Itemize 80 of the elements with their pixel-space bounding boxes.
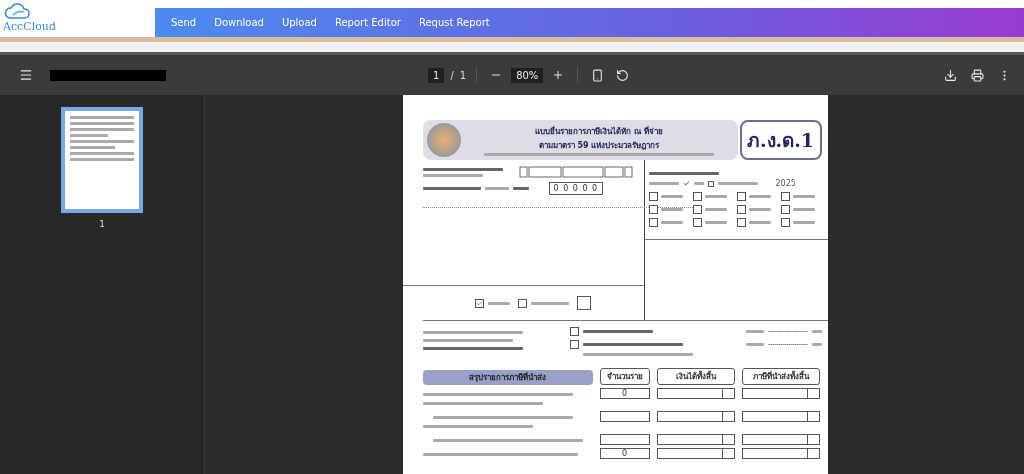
illegible-text-drawing bbox=[512, 187, 529, 190]
zoom-field[interactable]: 80% bbox=[511, 67, 544, 83]
checkbox[interactable] bbox=[648, 205, 658, 214]
box-icon bbox=[707, 180, 714, 187]
checkbox[interactable] bbox=[475, 298, 484, 308]
count-field[interactable]: 0 bbox=[599, 388, 650, 399]
income-field[interactable] bbox=[656, 411, 735, 422]
thumbnail-label: 1 bbox=[99, 219, 105, 229]
column-header: ภาษีที่นำส่งทั้งสิ้น bbox=[741, 368, 820, 385]
illegible-text-drawing bbox=[704, 195, 727, 198]
illegible-text-drawing bbox=[531, 301, 569, 305]
checkbox[interactable] bbox=[569, 327, 579, 336]
illegible-text-drawing bbox=[582, 330, 653, 333]
income-field[interactable] bbox=[656, 448, 735, 459]
illegible-text-drawing bbox=[793, 195, 816, 198]
form-subtitle: ตามมาตรา 59 แห่งประมวลรัษฎากร bbox=[538, 139, 660, 152]
checkbox[interactable] bbox=[737, 205, 746, 214]
illegible-text-drawing bbox=[693, 182, 704, 185]
amendment-number-field[interactable] bbox=[577, 296, 591, 310]
page-number-field[interactable]: 1 bbox=[428, 67, 445, 83]
checkbox[interactable] bbox=[737, 192, 746, 201]
illegible-text-drawing bbox=[811, 330, 822, 333]
illegible-text-drawing bbox=[717, 182, 758, 185]
page-thumbnail[interactable] bbox=[61, 107, 143, 213]
illegible-text-drawing bbox=[648, 182, 679, 185]
checkbox[interactable] bbox=[648, 192, 658, 201]
illegible-text-drawing bbox=[484, 187, 509, 190]
checkbox[interactable] bbox=[569, 340, 579, 349]
checkbox[interactable] bbox=[781, 218, 791, 227]
illegible-text-drawing bbox=[488, 301, 510, 305]
nav-link[interactable]: Upload bbox=[272, 17, 326, 28]
checkbox[interactable] bbox=[518, 298, 527, 308]
illegible-text-drawing bbox=[793, 221, 816, 224]
illegible-text-drawing bbox=[660, 195, 683, 198]
tick-icon bbox=[682, 180, 690, 187]
illegible-text-drawing bbox=[745, 330, 764, 333]
form-code: ภ.ง.ด.1 bbox=[739, 120, 822, 160]
checkbox[interactable] bbox=[692, 192, 702, 201]
column-header: เงินได้ทั้งสิ้น bbox=[656, 368, 735, 385]
illegible-text-drawing bbox=[648, 172, 719, 175]
illegible-text-drawing bbox=[745, 343, 764, 346]
illegible-text-drawing bbox=[422, 187, 481, 190]
income-field[interactable] bbox=[656, 434, 735, 445]
count-field[interactable] bbox=[599, 411, 650, 422]
checkbox[interactable] bbox=[781, 205, 791, 214]
illegible-text-drawing bbox=[749, 208, 771, 211]
summary-heading: สรุปรายการภาษีที่นำส่ง bbox=[422, 370, 593, 385]
illegible-text-drawing bbox=[660, 221, 683, 224]
nav-link[interactable]: Report Editor bbox=[325, 17, 410, 28]
count-field[interactable]: 0 bbox=[599, 448, 650, 459]
income-field[interactable] bbox=[656, 388, 735, 399]
illegible-text-drawing bbox=[749, 221, 771, 224]
illegible-text-drawing bbox=[422, 173, 483, 177]
illegible-text-drawing bbox=[749, 195, 771, 198]
illegible-text-drawing bbox=[811, 343, 822, 346]
page-total: 1 bbox=[459, 69, 467, 81]
form-title: แบบยื่นรายการภาษีเงินได้หัก ณ ที่จ่าย bbox=[535, 125, 663, 138]
tax-field[interactable] bbox=[741, 434, 820, 445]
year-value: 2025 bbox=[775, 179, 796, 188]
illegible-text-drawing bbox=[704, 221, 727, 224]
checkbox[interactable] bbox=[648, 218, 658, 227]
nav-link[interactable]: Download bbox=[205, 17, 273, 28]
checkbox[interactable] bbox=[692, 218, 702, 227]
brand-name: AccCloud bbox=[3, 20, 56, 33]
nav-link[interactable]: Requst Report bbox=[409, 17, 499, 28]
page-separator: / bbox=[450, 69, 454, 81]
checkbox[interactable] bbox=[692, 205, 702, 214]
seal-emblem-icon bbox=[426, 123, 461, 157]
tax-field[interactable] bbox=[741, 448, 820, 459]
cloud-logo-icon bbox=[3, 2, 33, 20]
illegible-text-drawing bbox=[704, 208, 727, 211]
branch-field[interactable]: 0 0 0 0 0 bbox=[548, 182, 604, 195]
checkbox[interactable] bbox=[781, 192, 791, 201]
count-field[interactable] bbox=[599, 434, 650, 445]
illegible-text-drawing bbox=[793, 208, 816, 211]
tax-field[interactable] bbox=[741, 411, 820, 422]
column-header: จำนวนราย bbox=[599, 368, 650, 385]
tax-field[interactable] bbox=[741, 388, 820, 399]
illegible-text-drawing bbox=[660, 208, 683, 211]
checkbox[interactable] bbox=[737, 218, 746, 227]
